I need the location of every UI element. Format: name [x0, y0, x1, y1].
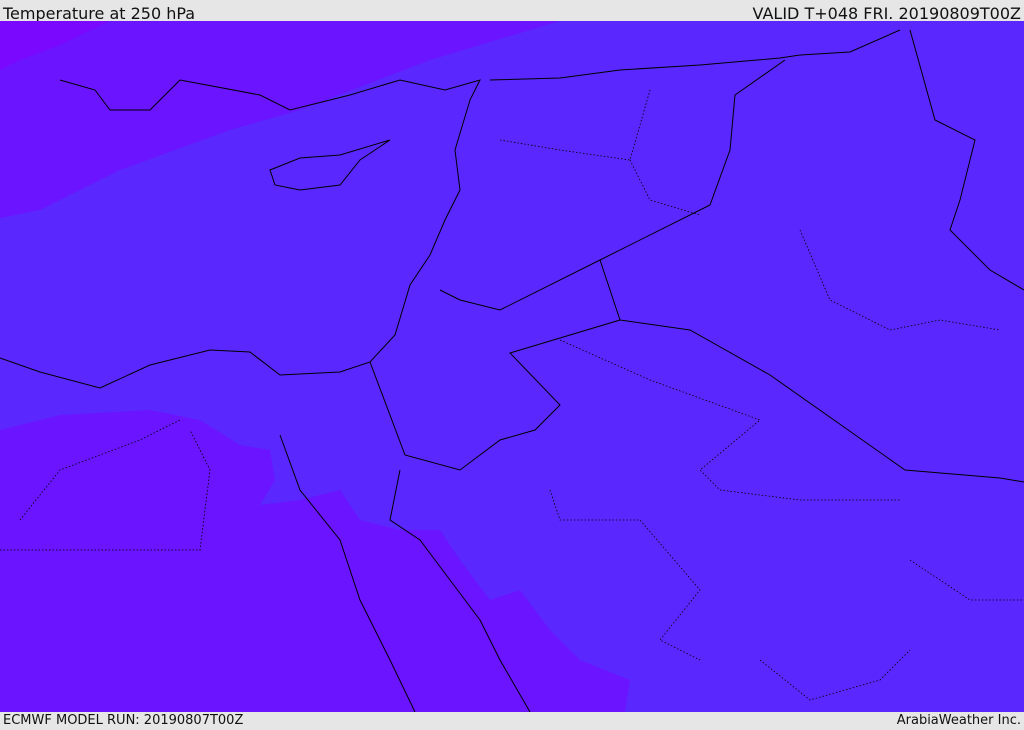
model-run: ECMWF MODEL RUN: 20190807T00Z	[3, 713, 244, 728]
temperature-map[interactable]	[0, 21, 1024, 712]
footer-bar: ECMWF MODEL RUN: 20190807T00Z ArabiaWeat…	[0, 712, 1024, 729]
header-bar: Temperature at 250 hPa VALID T+048 FRI. …	[0, 0, 1024, 23]
credit: ArabiaWeather Inc.	[896, 713, 1021, 728]
